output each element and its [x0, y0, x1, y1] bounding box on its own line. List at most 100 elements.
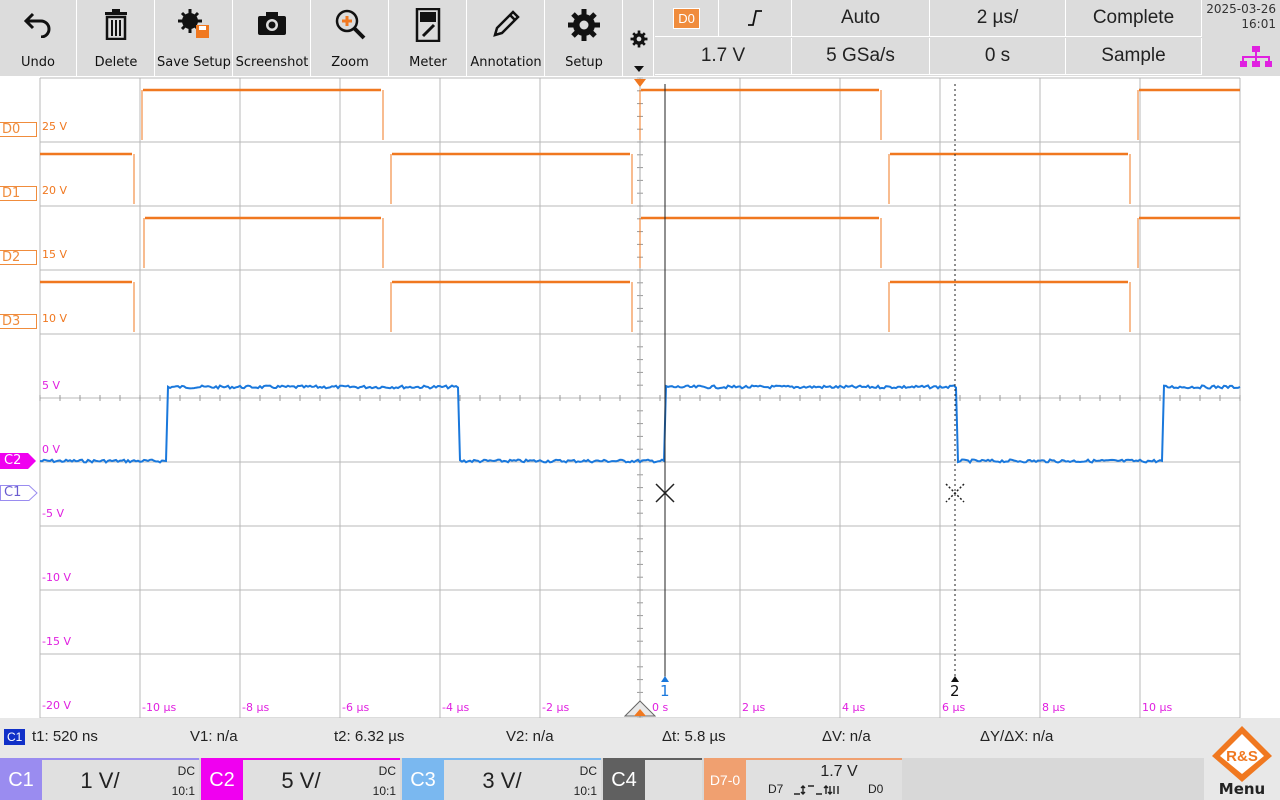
channel-c2[interactable]: C2 5 V/ DC 10:1	[201, 758, 400, 800]
rs-logo-text: R&S	[1226, 748, 1258, 765]
delete-button[interactable]: Delete	[78, 0, 155, 76]
v1-readout: V1: n/a	[190, 728, 238, 745]
c3-scale: 3 V/	[482, 768, 522, 793]
c2-marker[interactable]: C2	[0, 453, 36, 469]
grid	[39, 77, 1241, 718]
x-axis-label: -8 µs	[242, 701, 270, 714]
y-axis-label: -15 V	[42, 635, 71, 648]
channel-c1[interactable]: C1 1 V/ DC 10:1	[0, 758, 199, 800]
camera-icon	[258, 12, 286, 35]
trigger-source[interactable]: D0	[655, 0, 719, 37]
cursor-1-label[interactable]: 1	[660, 682, 670, 700]
lane-level-label: 20 V	[42, 184, 68, 197]
rs-logo: R&S	[1212, 726, 1272, 782]
x-axis-label: 2 µs	[742, 701, 766, 714]
x-axis-label: -4 µs	[442, 701, 470, 714]
save-setup-button[interactable]: Save Setup	[156, 0, 233, 76]
annotation-button[interactable]: Annotation	[468, 0, 545, 76]
c3-tag: C3	[402, 760, 444, 800]
t1-readout: t1: 520 ns	[32, 728, 98, 745]
dropdown-arrow-icon	[634, 66, 644, 72]
date: 2025-03-26	[1206, 2, 1276, 16]
x-axis-label: 4 µs	[842, 701, 866, 714]
x-axis-label: 0 s	[652, 701, 669, 714]
dt-readout: Δt: 5.8 µs	[662, 728, 726, 745]
lane-level-label: 15 V	[42, 248, 68, 261]
lane-label-d1[interactable]: D1	[0, 186, 37, 201]
lane-label-d0[interactable]: D0	[0, 122, 37, 137]
channel-digital[interactable]: D7-0 1.7 V D7 D0	[704, 758, 902, 800]
meter-icon	[415, 8, 441, 42]
toolbar: Undo Delete Save Setup Screenshot Zoom M…	[0, 0, 1280, 76]
x-axis-label: 8 µs	[1042, 701, 1066, 714]
trigger-mode[interactable]: Auto	[792, 0, 930, 37]
zoom-icon	[335, 9, 366, 40]
c3-coupling: DC	[579, 764, 597, 778]
save-setup-icon	[178, 9, 209, 38]
setup-button[interactable]: Setup	[546, 0, 623, 76]
y-axis-label: -10 V	[42, 571, 71, 584]
zoom-button[interactable]: Zoom	[312, 0, 389, 76]
trigger-level[interactable]: 1.7 V	[655, 38, 792, 75]
timebase[interactable]: 2 µs/	[930, 0, 1066, 37]
x-axis-label: -6 µs	[342, 701, 370, 714]
c1-probe: 10:1	[171, 784, 195, 798]
digital-level: 1.7 V	[820, 763, 858, 780]
c2-coupling: DC	[378, 764, 396, 778]
channel-bar: C1 1 V/ DC 10:1 C2 5 V/ DC 10:1 C3 3 V/ …	[0, 758, 1280, 800]
menu-button[interactable]: R&S Menu	[1204, 718, 1280, 800]
digital-activity-icon	[794, 785, 839, 795]
menu-label: Menu	[1218, 780, 1266, 798]
pen-icon	[493, 10, 520, 37]
meter-button[interactable]: Meter	[390, 0, 467, 76]
dv-readout: ΔV: n/a	[822, 728, 871, 745]
lane-label-d3[interactable]: D3	[0, 314, 37, 329]
screenshot-label: Screenshot	[235, 55, 309, 70]
c4-tag: C4	[603, 760, 645, 800]
t2-readout: t2: 6.32 µs	[334, 728, 405, 745]
x-axis-label: 6 µs	[942, 701, 966, 714]
dydx-readout: ΔY/ΔX: n/a	[980, 728, 1054, 745]
lane-level-label: 25 V	[42, 120, 68, 133]
waveform-display[interactable]: D0 25 V D1 20 V D2 15 V D3 10 V 5 V 0 V -5 V -10 V…	[0, 76, 1280, 718]
lane-level-label: 10 V	[42, 312, 68, 325]
x-axis-label: -10 µs	[142, 701, 177, 714]
channel-c4[interactable]: C4	[603, 758, 702, 800]
c1-marker[interactable]: C1	[0, 485, 38, 501]
x-axis-label: 10 µs	[1142, 701, 1173, 714]
lane-label-d2[interactable]: D2	[0, 250, 37, 265]
cursor-2-label[interactable]: 2	[950, 682, 960, 700]
screenshot-button[interactable]: Screenshot	[234, 0, 311, 76]
y-axis-label: -20 V	[42, 699, 71, 712]
c2-tag: C2	[201, 760, 243, 800]
network-icon[interactable]	[1240, 46, 1272, 68]
digital-lsb: D0	[868, 782, 884, 796]
c1-tag: C1	[0, 760, 42, 800]
acquisition-mode[interactable]: Sample	[1066, 38, 1202, 75]
trash-icon	[105, 9, 127, 40]
cursors	[655, 84, 965, 682]
horizontal-position[interactable]: 0 s	[930, 38, 1066, 75]
y-axis-label: -5 V	[42, 507, 64, 520]
trigger-settings-button[interactable]	[624, 0, 654, 76]
c1-scale: 1 V/	[80, 768, 120, 793]
small-gear-icon	[630, 30, 648, 48]
save-setup-label: Save Setup	[157, 55, 231, 70]
v2-readout: V2: n/a	[506, 728, 554, 745]
acquisition-status[interactable]: Complete	[1066, 0, 1202, 37]
delete-label: Delete	[94, 55, 138, 70]
measure-channel-tag[interactable]: C1	[4, 729, 26, 745]
zoom-label: Zoom	[331, 55, 369, 70]
sample-rate[interactable]: 5 GSa/s	[792, 38, 930, 75]
gear-icon	[568, 9, 600, 41]
channel-c3[interactable]: C3 3 V/ DC 10:1	[402, 758, 601, 800]
rising-edge-icon	[748, 10, 762, 26]
y-axis-label: 0 V	[42, 443, 61, 456]
c1-coupling: DC	[177, 764, 195, 778]
undo-icon	[23, 12, 51, 38]
trigger-source-tag: D0	[673, 7, 700, 29]
datetime: 2025-03-26 16:01	[1204, 2, 1280, 32]
c2-probe: 10:1	[372, 784, 396, 798]
trigger-slope[interactable]	[719, 0, 792, 37]
undo-button[interactable]: Undo	[0, 0, 77, 76]
